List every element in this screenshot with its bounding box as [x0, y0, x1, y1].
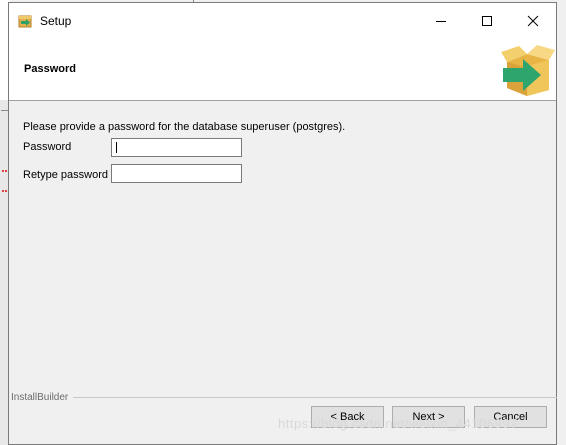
maximize-button[interactable] [464, 3, 510, 38]
footer-divider [73, 397, 557, 398]
description-text: Please provide a password for the databa… [23, 121, 346, 133]
close-button[interactable] [510, 3, 556, 38]
text-cursor [116, 142, 117, 153]
setup-window: Setup Password Please provide a password… [8, 2, 557, 445]
minimize-icon [436, 21, 446, 22]
package-install-icon [501, 45, 555, 96]
retype-password-field[interactable] [111, 164, 242, 183]
installbuilder-brand: InstallBuilder [11, 392, 71, 403]
minimize-button[interactable] [418, 3, 464, 38]
password-field[interactable] [111, 138, 242, 157]
password-label: Password [23, 141, 72, 153]
setup-app-icon [18, 15, 32, 28]
close-icon [527, 15, 539, 27]
retype-password-label: Retype password [23, 169, 108, 181]
watermark-text: https://blog.csdn.net/weixin_44106997 [278, 416, 518, 431]
page-title: Password [24, 63, 76, 75]
window-title: Setup [40, 14, 72, 28]
page-header: Password [9, 38, 556, 101]
title-bar[interactable]: Setup [9, 3, 556, 38]
maximize-icon [482, 16, 492, 26]
